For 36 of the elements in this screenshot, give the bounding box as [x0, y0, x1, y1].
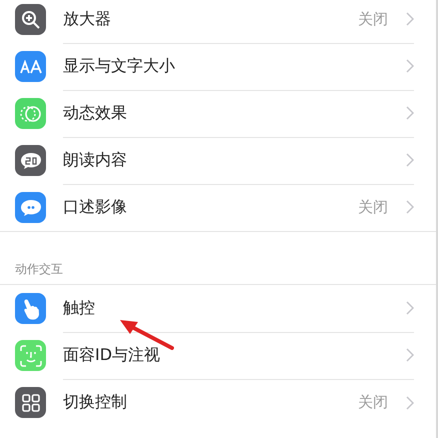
face-icon	[15, 340, 46, 371]
row-label: 朗读内容	[63, 150, 127, 170]
settings-row[interactable]: 触控	[0, 285, 436, 332]
settings-row[interactable]: 切换控制 关闭	[0, 379, 436, 426]
chevron-icon	[406, 200, 414, 214]
row-label: 放大器	[63, 8, 111, 30]
settings-row[interactable]: 放大器 关闭	[0, 0, 436, 43]
row-label: 触控	[63, 298, 95, 318]
chevron-icon	[406, 59, 414, 73]
row-label: 切换控制	[63, 392, 127, 413]
row-value: 关闭	[358, 198, 388, 216]
hand-icon	[15, 293, 46, 324]
row-label: 动态效果	[63, 102, 127, 124]
speech-bubble-icon	[15, 145, 46, 176]
chevron-icon	[406, 12, 414, 26]
magnifier-icon	[15, 4, 46, 35]
grid-icon	[15, 387, 46, 418]
settings-row[interactable]: 显示与文字大小	[0, 43, 436, 90]
row-label: 显示与文字大小	[63, 56, 175, 76]
settings-row[interactable]: 朗读内容	[0, 137, 436, 184]
letters-icon	[15, 51, 46, 82]
chevron-icon	[406, 106, 414, 120]
section-header: 动作交互	[15, 260, 63, 278]
chevron-icon	[406, 348, 414, 362]
row-label: 面容ID与注视	[63, 344, 160, 366]
chevron-icon	[406, 396, 414, 410]
chevron-icon	[406, 153, 414, 167]
chevron-icon	[406, 301, 414, 315]
circles-icon	[15, 98, 46, 129]
settings-row[interactable]: 口述影像 关闭	[0, 184, 436, 231]
row-value: 关闭	[358, 10, 388, 28]
settings-row[interactable]: 动态效果	[0, 90, 436, 137]
settings-row[interactable]: 面容ID与注视	[0, 332, 436, 379]
row-value: 关闭	[358, 393, 388, 412]
row-label: 口述影像	[63, 196, 127, 218]
chat-bubble-icon	[15, 192, 46, 223]
